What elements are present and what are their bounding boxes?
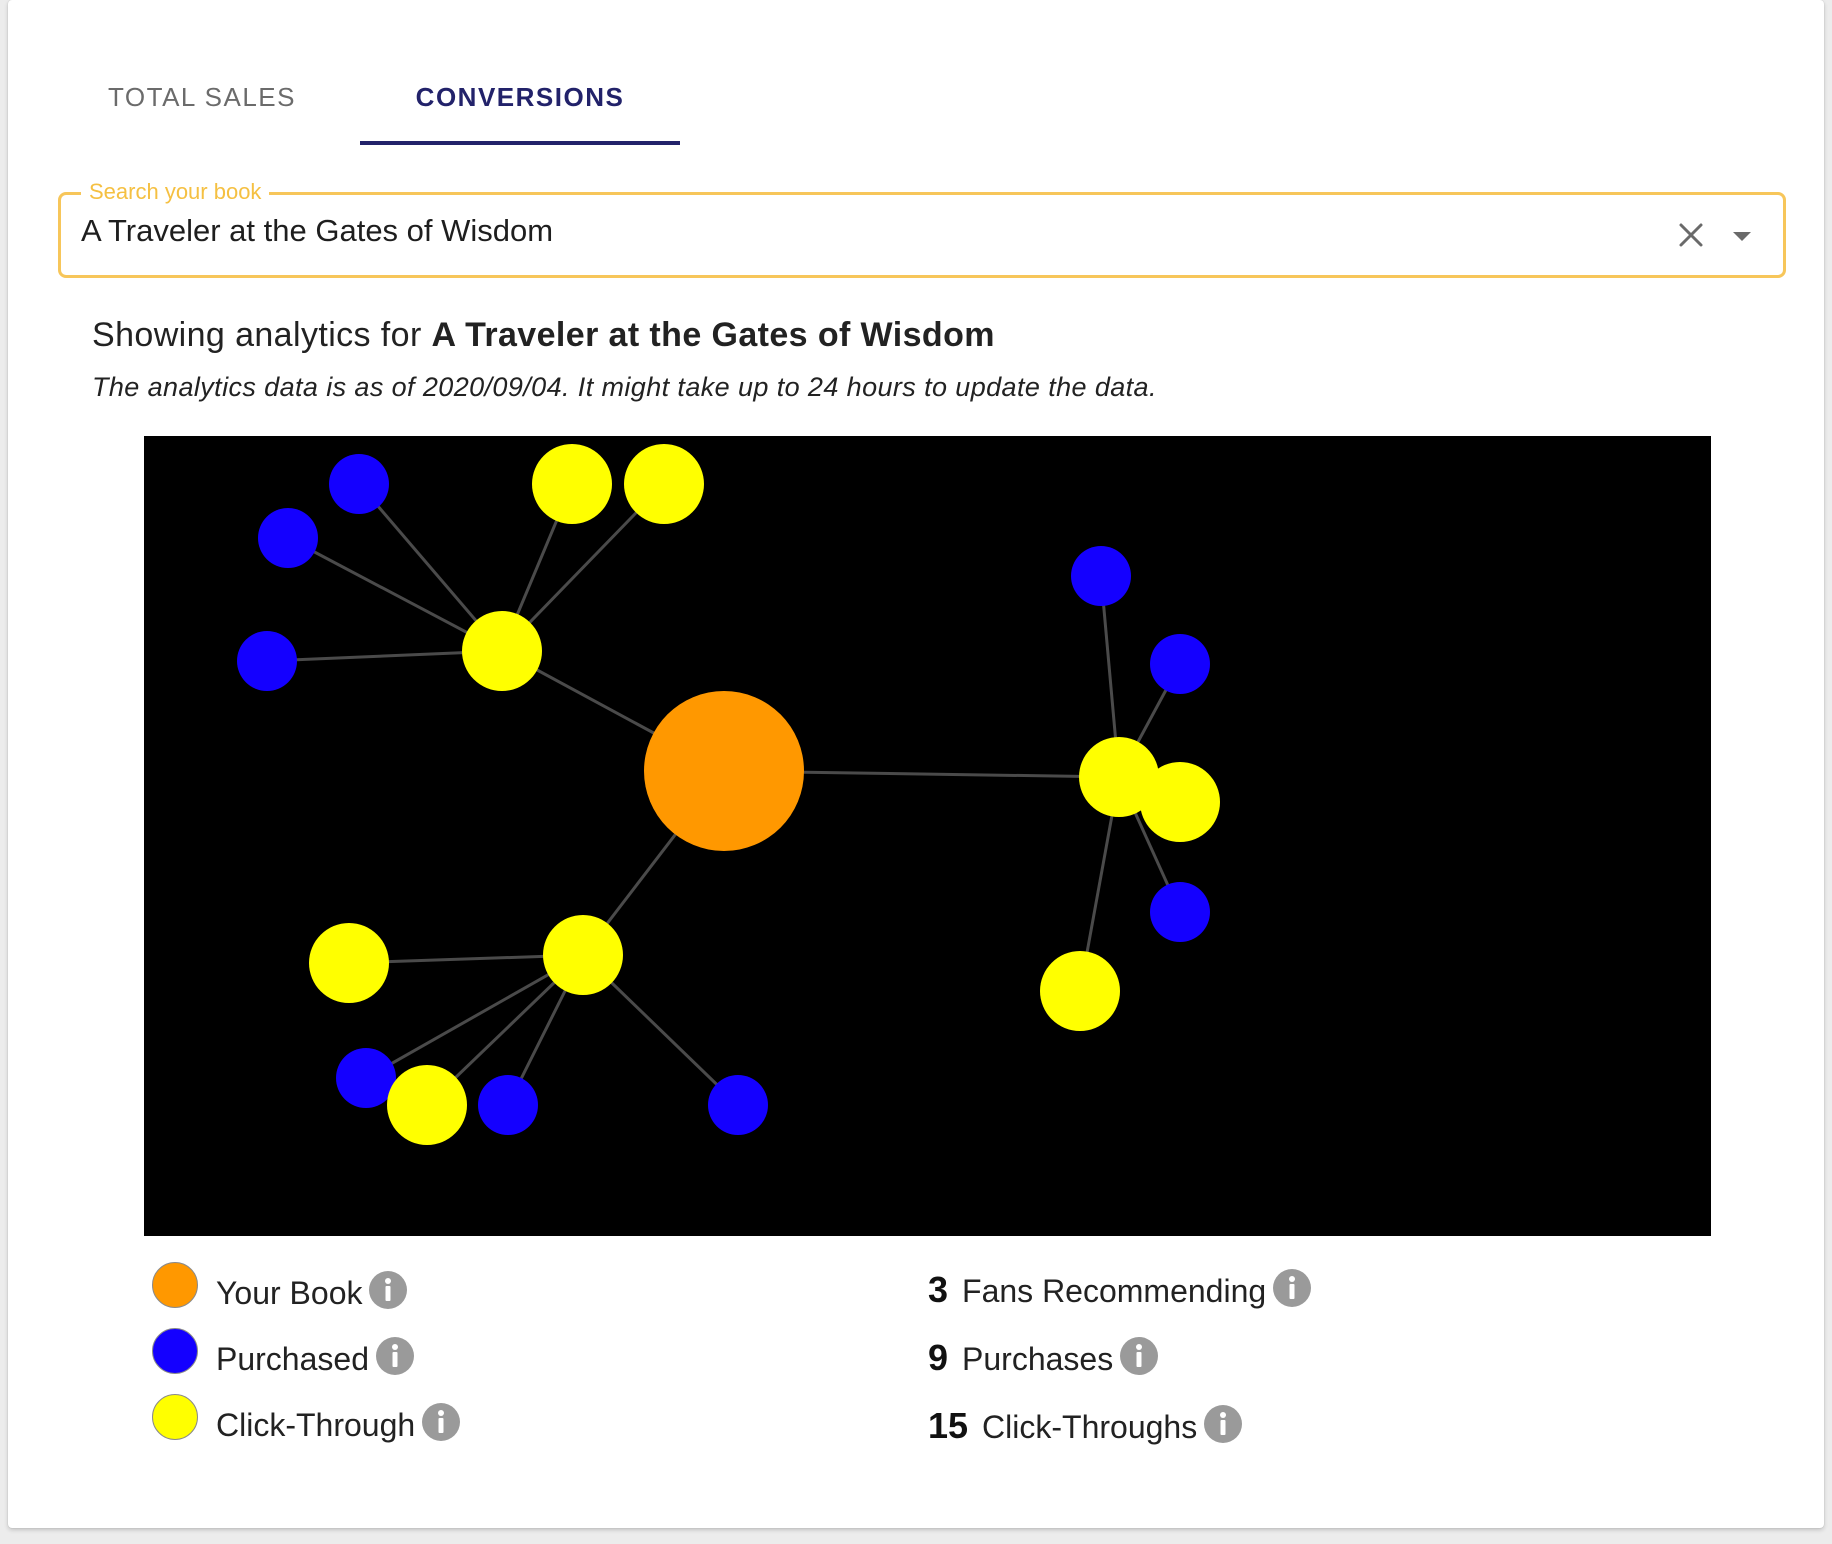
analytics-card: TOTAL SALES CONVERSIONS Search your book… bbox=[8, 0, 1824, 1528]
your-book-swatch bbox=[152, 1262, 198, 1308]
graph-node-click-through[interactable] bbox=[387, 1065, 467, 1145]
tab-conversions[interactable]: CONVERSIONS bbox=[360, 60, 680, 144]
chevron-down-icon[interactable] bbox=[1727, 221, 1757, 251]
graph-node-purchased[interactable] bbox=[1071, 546, 1131, 606]
stat-value: 15 bbox=[928, 1405, 969, 1446]
graph-node-purchased[interactable] bbox=[1150, 634, 1210, 694]
tab-total-sales[interactable]: TOTAL SALES bbox=[90, 60, 314, 144]
stat-fans-recommending: 3 Fans Recommending bbox=[928, 1268, 1312, 1318]
stat-label: Fans Recommending bbox=[962, 1273, 1267, 1309]
stat-label: Click-Throughs bbox=[982, 1409, 1198, 1445]
stat-value: 3 bbox=[928, 1269, 949, 1310]
graph-node-click-through[interactable] bbox=[1040, 951, 1120, 1031]
heading-book-title: A Traveler at the Gates of Wisdom bbox=[431, 316, 995, 354]
legend-label: Your Book bbox=[216, 1270, 408, 1312]
search-input[interactable]: A Traveler at the Gates of Wisdom bbox=[81, 213, 553, 249]
graph-canvas[interactable] bbox=[144, 436, 1711, 1236]
graph-node-purchased[interactable] bbox=[1150, 882, 1210, 942]
purchased-swatch bbox=[152, 1328, 198, 1374]
info-icon[interactable] bbox=[1272, 1268, 1312, 1308]
conversion-network-graph[interactable] bbox=[144, 436, 1711, 1236]
search-label: Search your book bbox=[81, 179, 270, 205]
legend-label: Purchased bbox=[216, 1336, 415, 1378]
graph-node-click-through[interactable] bbox=[624, 444, 704, 524]
info-icon[interactable] bbox=[1203, 1404, 1243, 1444]
info-icon[interactable] bbox=[421, 1402, 461, 1442]
stat-purchases: 9 Purchases bbox=[928, 1336, 1159, 1386]
data-freshness-note: The analytics data is as of 2020/09/04. … bbox=[92, 372, 1157, 402]
active-tab-indicator bbox=[360, 141, 680, 145]
click-through-swatch bbox=[152, 1394, 198, 1440]
graph-node-click-through[interactable] bbox=[543, 915, 623, 995]
graph-node-click-through[interactable] bbox=[462, 611, 542, 691]
legend: Your Book Purchased Click-Through 3 Fans … bbox=[152, 1262, 1712, 1462]
info-icon[interactable] bbox=[1119, 1336, 1159, 1376]
graph-node-purchased[interactable] bbox=[336, 1048, 396, 1108]
analytics-heading: Showing analytics for A Traveler at the … bbox=[92, 316, 995, 355]
graph-node-purchased[interactable] bbox=[237, 631, 297, 691]
legend-label-text: Your Book bbox=[216, 1275, 363, 1311]
info-icon[interactable] bbox=[368, 1270, 408, 1310]
graph-node-purchased[interactable] bbox=[478, 1075, 538, 1135]
graph-node-purchased[interactable] bbox=[329, 454, 389, 514]
book-search-autocomplete[interactable]: Search your book A Traveler at the Gates… bbox=[58, 179, 1786, 278]
graph-node-click-through[interactable] bbox=[532, 444, 612, 524]
graph-node-purchased[interactable] bbox=[258, 508, 318, 568]
stat-click-throughs: 15 Click-Throughs bbox=[928, 1404, 1243, 1454]
graph-node-your-book[interactable] bbox=[644, 691, 804, 851]
info-icon[interactable] bbox=[375, 1336, 415, 1376]
graph-node-click-through[interactable] bbox=[309, 923, 389, 1003]
tab-bar: TOTAL SALES CONVERSIONS bbox=[8, 0, 808, 146]
legend-label: Click-Through bbox=[216, 1402, 461, 1444]
graph-node-purchased[interactable] bbox=[708, 1075, 768, 1135]
stat-label: Purchases bbox=[962, 1341, 1114, 1377]
heading-prefix: Showing analytics for bbox=[92, 316, 432, 354]
graph-node-click-through[interactable] bbox=[1140, 762, 1220, 842]
legend-label-text: Click-Through bbox=[216, 1407, 416, 1443]
stat-value: 9 bbox=[928, 1337, 949, 1378]
legend-label-text: Purchased bbox=[216, 1341, 369, 1377]
clear-icon[interactable] bbox=[1675, 219, 1707, 251]
